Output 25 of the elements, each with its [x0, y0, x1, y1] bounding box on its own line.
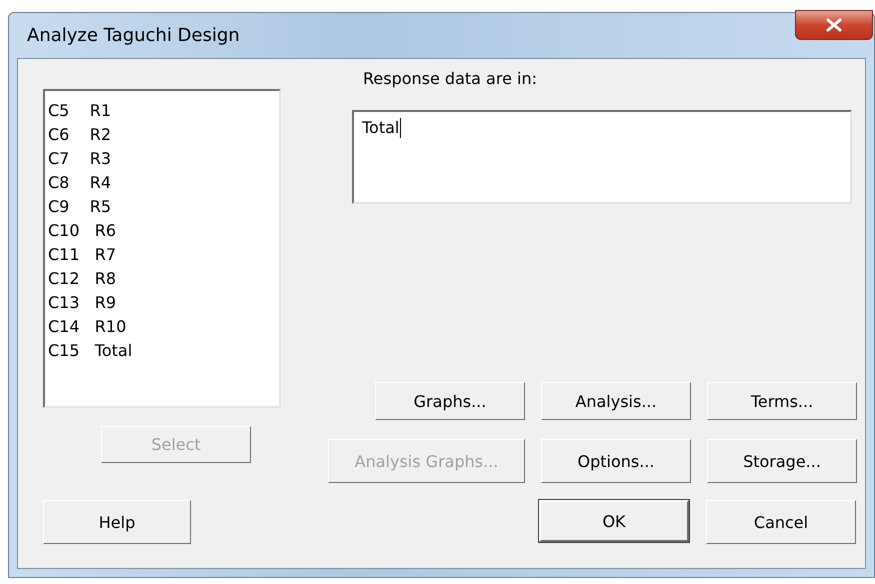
cancel-button[interactable]: Cancel — [706, 500, 856, 544]
response-field[interactable]: Total — [352, 110, 852, 204]
variable-item[interactable]: C11 R7 — [48, 243, 276, 267]
variable-item[interactable]: C8 R4 — [48, 171, 276, 195]
close-icon — [825, 18, 843, 32]
response-label: Response data are in: — [363, 69, 538, 88]
variable-item[interactable]: C5 R1 — [48, 99, 276, 123]
help-button[interactable]: Help — [43, 500, 191, 544]
variable-item[interactable]: C12 R8 — [48, 267, 276, 291]
variable-list[interactable]: C5 R1 C6 R2 C7 R3 C8 R4 C9 R5 C10 R6 C11 R7 C12 R8 C13 R9 C14 R10 C15 Total — [43, 89, 281, 408]
window-title: Analyze Taguchi Design — [26, 25, 240, 46]
dialog-button[interactable]: Graphs... — [375, 382, 525, 420]
variable-item[interactable]: C15 Total — [48, 339, 276, 363]
variable-item[interactable]: C7 R3 — [48, 147, 276, 171]
variable-item[interactable]: C14 R10 — [48, 315, 276, 339]
dialog-button[interactable]: Analysis... — [541, 382, 691, 420]
variable-item[interactable]: C9 R5 — [48, 195, 276, 219]
close-button[interactable] — [795, 10, 873, 40]
dialog-button[interactable]: Options... — [541, 439, 691, 483]
dialog-button[interactable]: Terms... — [707, 382, 857, 420]
variable-item[interactable]: C13 R9 — [48, 291, 276, 315]
ok-button[interactable]: OK — [539, 500, 689, 542]
dialog-button[interactable]: Storage... — [707, 439, 857, 483]
variable-item[interactable]: C10 R6 — [48, 219, 276, 243]
variable-item[interactable]: C6 R2 — [48, 123, 276, 147]
